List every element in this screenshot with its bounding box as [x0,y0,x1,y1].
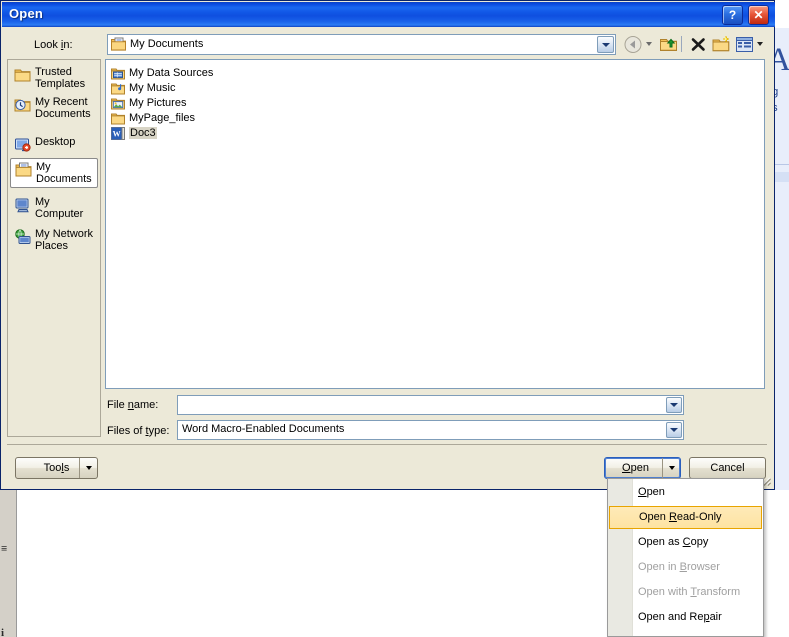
help-button[interactable]: ? [722,5,743,25]
chevron-down-icon [668,466,675,470]
sidebar-label-2: Places [35,240,69,252]
tools-button[interactable]: Tools [15,457,98,479]
question-mark-icon: ? [728,8,737,22]
sidebar-label: My [36,161,51,173]
list-item[interactable]: MyPage_files [110,111,195,126]
my-documents-icon [15,162,32,178]
sidebar-item-my-recent-documents[interactable]: My Recent Documents [10,94,98,122]
filetype-value: Word Macro-Enabled Documents [182,423,345,435]
chevron-down-icon [670,428,678,432]
my-music-folder-icon [111,82,125,95]
sidebar-label-2: Computer [35,208,84,220]
sidebar-label: Trusted [35,66,72,78]
document-left-gutter: ≡ i [0,490,17,637]
cancel-label: Cancel [710,462,745,474]
my-documents-folder-icon [111,37,126,51]
sidebar-label: My Network [35,228,94,240]
lookin-value: My Documents [130,38,204,50]
dialog-toolbar [623,34,773,56]
gutter-mark-2: i [1,627,5,637]
tools-dropdown-arrow[interactable] [79,458,97,478]
close-button[interactable]: ✕ [748,5,769,25]
sidebar-label: My [35,196,50,208]
filename-label: File name: [107,399,159,411]
desktop-icon [14,137,31,153]
chevron-down-icon [601,42,610,47]
places-bar: Trusted Templates My Recent Documents De… [7,59,101,437]
sidebar-label: Desktop [35,136,76,148]
menu-item-open-with-transform: Open with Transform [638,586,741,598]
file-name: MyPage_files [129,112,196,124]
sidebar-item-my-documents[interactable]: My Documents [10,158,98,188]
dialog-title: Open [9,6,44,21]
file-name: My Data Sources [129,67,214,79]
up-one-level-button[interactable] [658,34,679,55]
file-name: Doc3 [129,127,157,139]
sidebar-item-trusted-templates[interactable]: Trusted Templates [10,64,98,92]
list-item[interactable]: My Music [110,81,175,96]
sidebar-item-my-computer[interactable]: My Computer [10,194,98,222]
sidebar-label-2: Documents [35,108,91,120]
toolbar-separator [681,36,682,52]
lookin-label: Look in: [34,39,73,51]
my-computer-icon [14,197,31,213]
views-dropdown-chevron-down-icon[interactable] [757,42,763,46]
close-icon: ✕ [753,8,764,22]
back-button[interactable] [623,34,644,55]
dialog-titlebar[interactable]: Open ? ✕ [2,2,775,27]
menu-item-open-read-only[interactable]: Open Read-Only [609,506,762,529]
svg-text:W: W [113,130,121,139]
my-pictures-folder-icon [111,97,125,110]
menu-item-open[interactable]: Open [609,481,762,504]
filetype-combobox[interactable]: Word Macro-Enabled Documents [177,420,684,440]
trusted-templates-icon [14,67,31,83]
open-dropdown-menu: Open Open Read-Only Open as Copy Open in… [607,478,764,637]
lookin-combobox[interactable]: My Documents [107,34,616,55]
open-dropdown-arrow[interactable] [662,458,680,478]
file-name: My Pictures [129,97,187,109]
menu-item-open-and-repair[interactable]: Open and Repair [609,606,762,629]
tools-label: Tools [43,462,70,474]
data-sources-folder-icon [111,67,125,80]
list-item[interactable]: My Pictures [110,96,186,111]
back-dropdown-chevron-down-icon[interactable] [646,42,652,46]
sidebar-label-2: Templates [35,78,86,90]
filename-dropdown-arrow[interactable] [666,397,682,413]
filetype-dropdown-arrow[interactable] [666,422,682,438]
list-item[interactable]: W Doc3 [110,126,157,141]
sidebar-item-desktop[interactable]: Desktop [10,134,98,153]
open-dialog: Open ? ✕ Look in: My Documents Trusted T… [0,0,775,490]
sidebar-label: My Recent [35,96,88,108]
filetype-label: Files of type: [107,425,170,437]
delete-button[interactable] [688,34,709,55]
menu-item-open-as-copy[interactable]: Open as Copy [609,531,762,554]
open-label: Open [622,462,649,474]
chevron-down-icon [670,403,678,407]
footer-divider [7,444,767,445]
sidebar-item-my-network-places[interactable]: My Network Places [10,226,98,254]
sidebar-label-2: Documents [36,173,92,185]
create-new-folder-button[interactable] [711,34,732,55]
open-button[interactable]: Open [604,457,681,479]
cancel-button[interactable]: Cancel [689,457,766,479]
file-list[interactable]: My Data Sources My Music My Pictures MyP… [105,59,765,389]
gutter-mark-1: ≡ [1,543,8,555]
filename-input[interactable] [177,395,684,415]
network-places-icon [14,229,31,245]
list-item[interactable]: My Data Sources [110,66,213,81]
folder-icon [111,112,125,125]
menu-item-open-in-browser: Open in Browser [638,561,720,573]
chevron-down-icon [85,466,92,470]
file-name: My Music [129,82,176,94]
recent-documents-icon [14,97,31,113]
views-button[interactable] [734,34,755,55]
word-document-icon: W [111,127,125,140]
lookin-dropdown-arrow[interactable] [597,36,614,53]
